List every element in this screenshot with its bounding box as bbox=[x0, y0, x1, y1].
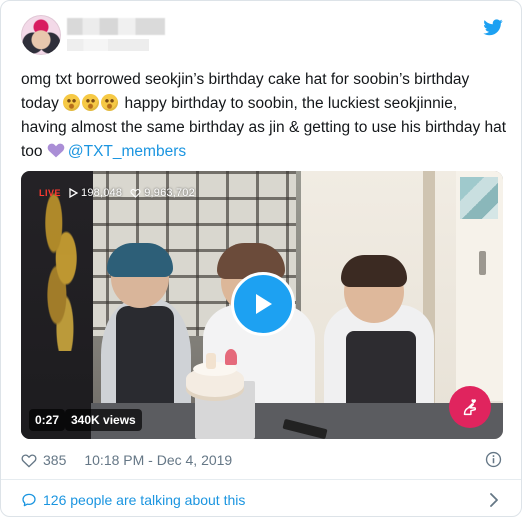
heart-outline-icon bbox=[130, 189, 141, 198]
heart-count: 9,963,702 bbox=[144, 187, 195, 199]
speech-bubble-icon bbox=[22, 493, 36, 507]
blurred-username bbox=[67, 39, 149, 51]
live-badge: LIVE bbox=[39, 188, 62, 198]
smiling-face-icon bbox=[101, 94, 119, 111]
video-person-3-hair bbox=[341, 255, 407, 287]
heart-stat: 9,963,702 bbox=[130, 187, 195, 199]
smiling-face-icon bbox=[82, 94, 100, 111]
video-person-3-vest bbox=[346, 331, 416, 411]
play-icon bbox=[256, 294, 272, 314]
tweet-card: omg txt borrowed seokjin’s birthday cake… bbox=[0, 0, 522, 517]
tweet-text: omg txt borrowed seokjin’s birthday cake… bbox=[21, 68, 507, 164]
play-button[interactable] bbox=[231, 272, 295, 336]
conversation-link[interactable]: 126 people are talking about this bbox=[21, 490, 503, 510]
video-view-count: 340K views bbox=[65, 409, 142, 431]
blurred-display-name bbox=[67, 18, 165, 35]
heart-hand-icon-glyph bbox=[463, 399, 476, 416]
view-stat: 198,048 bbox=[69, 187, 122, 199]
video-player[interactable]: LIVE 198,048 9,963,702 0:27 340K views bbox=[21, 171, 503, 439]
video-cake-decor bbox=[225, 349, 237, 365]
chevron-right-icon[interactable] bbox=[489, 493, 499, 507]
tweet-timestamp[interactable]: 10:18 PM - Dec 4, 2019 bbox=[84, 452, 232, 468]
blurred-poster bbox=[460, 177, 498, 219]
view-count: 198,048 bbox=[81, 187, 123, 199]
live-stats-row: LIVE 198,048 9,963,702 bbox=[39, 186, 195, 200]
heart-icon[interactable] bbox=[21, 453, 37, 468]
video-cake-candle bbox=[206, 353, 216, 369]
play-outline-icon bbox=[69, 188, 79, 198]
heart-hand-icon[interactable] bbox=[449, 386, 491, 428]
avatar[interactable] bbox=[21, 15, 61, 55]
conversation-text: 126 people are talking about this bbox=[43, 492, 246, 508]
twitter-bird-icon[interactable] bbox=[483, 19, 503, 36]
tweet-meta-row: 385 10:18 PM - Dec 4, 2019 bbox=[21, 451, 503, 469]
info-icon[interactable] bbox=[485, 451, 502, 468]
video-person-1-shirt bbox=[116, 306, 174, 416]
video-duration: 0:27 bbox=[29, 409, 66, 431]
divider bbox=[1, 479, 521, 480]
video-person-1-hair bbox=[107, 243, 173, 277]
video-person-pattern bbox=[29, 191, 91, 351]
mention-link[interactable]: @TXT_members bbox=[68, 143, 186, 160]
smiling-face-icon bbox=[63, 94, 81, 111]
purple-heart-icon bbox=[47, 143, 65, 158]
like-count[interactable]: 385 bbox=[43, 452, 66, 468]
video-scene-switch bbox=[479, 251, 486, 275]
